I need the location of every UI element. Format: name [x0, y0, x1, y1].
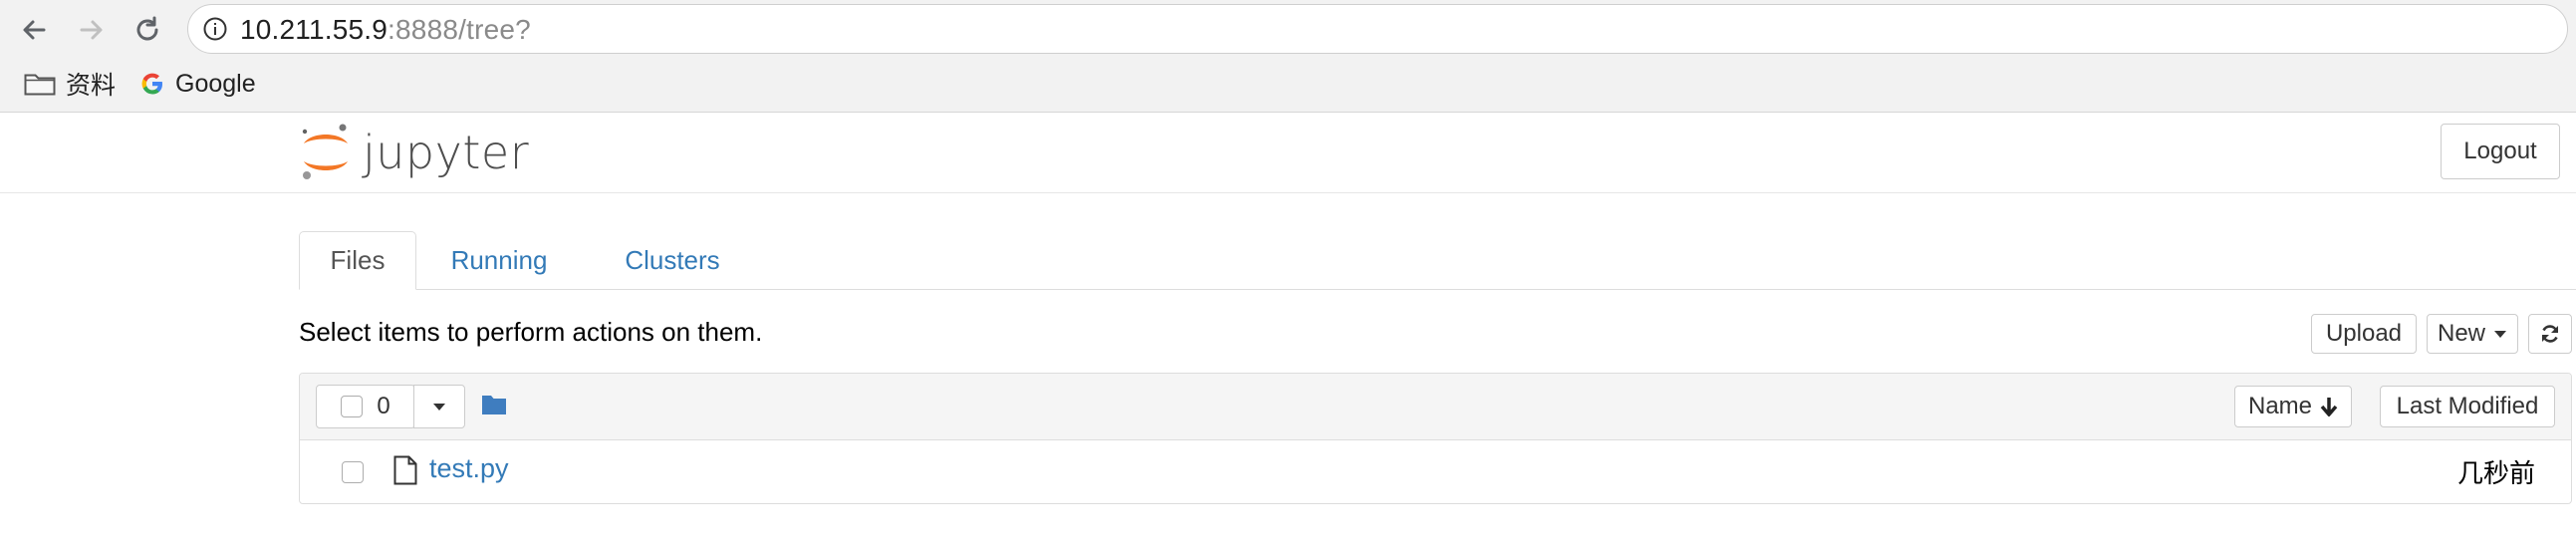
new-button-label: New — [2437, 320, 2485, 347]
tab-running[interactable]: Running — [432, 231, 566, 290]
back-arrow-icon — [23, 20, 46, 40]
file-modified-time: 几秒前 — [2456, 458, 2535, 488]
url-text: 10.211.55.9:8888/tree? — [240, 14, 531, 46]
refresh-icon — [2542, 325, 2558, 343]
bookmark-ziliao[interactable]: 资料 — [24, 64, 116, 104]
refresh-button[interactable] — [2528, 314, 2572, 354]
bookmark-google[interactable]: Google — [139, 64, 256, 104]
back-button[interactable] — [14, 10, 54, 50]
item-checkbox[interactable] — [342, 461, 364, 483]
tab-clusters[interactable]: Clusters — [602, 231, 743, 290]
info-icon — [203, 17, 227, 41]
logout-button[interactable]: Logout — [2441, 124, 2560, 179]
caret-down-icon — [2494, 331, 2506, 338]
browser-chrome: 10.211.55.9:8888/tree? 资料 Google — [0, 0, 2576, 113]
reload-icon — [136, 16, 158, 41]
instructions-text: Select items to perform actions on them. — [299, 317, 763, 347]
folder-icon — [24, 74, 56, 96]
url-path: :8888/tree? — [387, 14, 531, 45]
select-all-checkbox[interactable] — [341, 396, 364, 417]
select-all-control[interactable]: 0 — [316, 385, 415, 428]
jupyter-logo-icon — [302, 124, 348, 179]
select-menu-button[interactable] — [413, 385, 465, 428]
file-name-link[interactable]: test.py — [429, 453, 509, 484]
caret-down-icon — [433, 404, 445, 411]
file-list-header: 0 Name Last Modified — [300, 374, 2571, 440]
file-list: 0 Name Last Modified test.py 几秒前 — [299, 373, 2572, 504]
forward-button[interactable] — [72, 10, 112, 50]
google-icon — [141, 73, 162, 95]
sort-name-label: Name — [2247, 393, 2313, 419]
forward-arrow-icon — [80, 20, 103, 40]
address-bar[interactable]: 10.211.55.9:8888/tree? — [187, 4, 2568, 54]
upload-button[interactable]: Upload — [2311, 314, 2417, 354]
file-icon — [393, 455, 417, 485]
arrow-down-icon — [2320, 398, 2338, 416]
tab-files[interactable]: Files — [299, 231, 416, 290]
bookmark-label: 资料 — [66, 72, 117, 100]
url-host: 10.211.55.9 — [240, 14, 388, 45]
sort-by-name-button[interactable]: Name — [2234, 386, 2352, 427]
jupyter-logo-text: jupyter — [363, 126, 530, 179]
bookmark-label: Google — [175, 69, 256, 98]
new-dropdown-button[interactable]: New — [2427, 314, 2518, 354]
reload-button[interactable] — [128, 10, 167, 50]
folder-icon[interactable] — [481, 394, 507, 415]
jupyter-logo[interactable]: jupyter — [299, 122, 529, 183]
sort-by-modified-button[interactable]: Last Modified — [2380, 386, 2555, 427]
selected-count: 0 — [377, 393, 390, 419]
